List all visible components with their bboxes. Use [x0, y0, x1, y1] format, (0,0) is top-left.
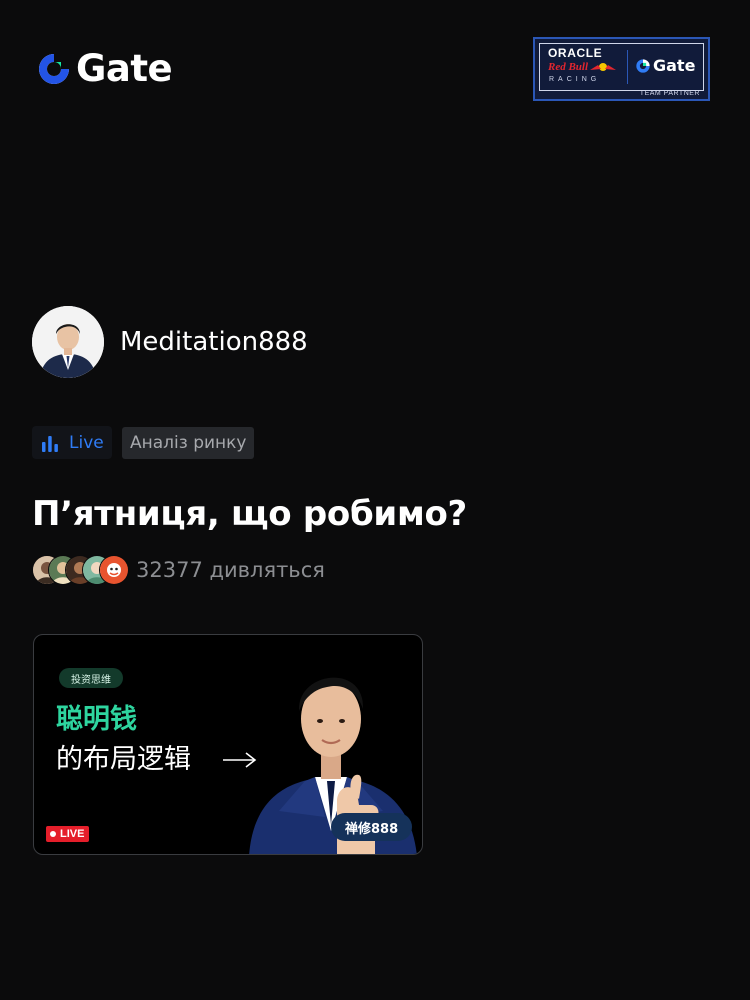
bar-chart-icon — [42, 435, 58, 452]
thumbnail-headline-2: 的布局逻辑 — [56, 744, 191, 775]
category-tag[interactable]: Аналіз ринку — [122, 427, 255, 459]
category-tag-label: Аналіз ринку — [130, 433, 247, 453]
gate-logo[interactable]: Gate — [36, 47, 173, 90]
streamer-username[interactable]: Meditation888 — [120, 325, 308, 359]
partner-divider — [627, 50, 628, 84]
gate-logo-small-icon — [636, 58, 650, 73]
partner-line2: Red Bull — [548, 61, 589, 73]
presenter-name: 禅修888 — [345, 821, 399, 837]
avatar-image — [32, 306, 104, 378]
viewer-avatar — [99, 555, 129, 585]
viewer-avatars — [32, 555, 132, 585]
viewer-count: 32377 дивляться — [136, 558, 325, 582]
streamer-avatar[interactable] — [32, 306, 104, 378]
team-partner-badge: ORACLE Red Bull RACING Gate TEAM PARTNER — [533, 37, 710, 101]
stream-title: П’ятниця, що робимо? — [32, 494, 467, 534]
thumbnail-pill-label: 投资思维 — [71, 674, 111, 686]
live-dot-icon — [50, 831, 56, 837]
live-tag: Live — [32, 426, 112, 459]
live-badge: LIVE — [46, 826, 90, 842]
partner-brand: Gate — [653, 56, 696, 75]
partner-caption: TEAM PARTNER — [639, 90, 700, 97]
live-badge-label: LIVE — [60, 828, 85, 840]
brand-name: Gate — [76, 47, 173, 90]
partner-gate-logo: Gate — [635, 56, 695, 75]
partner-line1: ORACLE — [548, 46, 603, 60]
presenter-name-badge: 禅修888 — [331, 813, 413, 841]
gate-logo-icon — [39, 54, 69, 84]
thumbnail-headline-1: 聪明钱 — [56, 704, 137, 735]
stream-thumbnail[interactable]: 投资思维 聪明钱 的布局逻辑 禅修888 LIVE — [33, 634, 423, 855]
thumbnail-pill: 投资思维 — [59, 668, 123, 688]
live-tag-label: Live — [69, 432, 104, 453]
partner-line3: RACING — [549, 76, 601, 83]
partner-badge-frame: ORACLE Red Bull RACING Gate — [539, 43, 704, 91]
bull-icon — [590, 63, 616, 71]
